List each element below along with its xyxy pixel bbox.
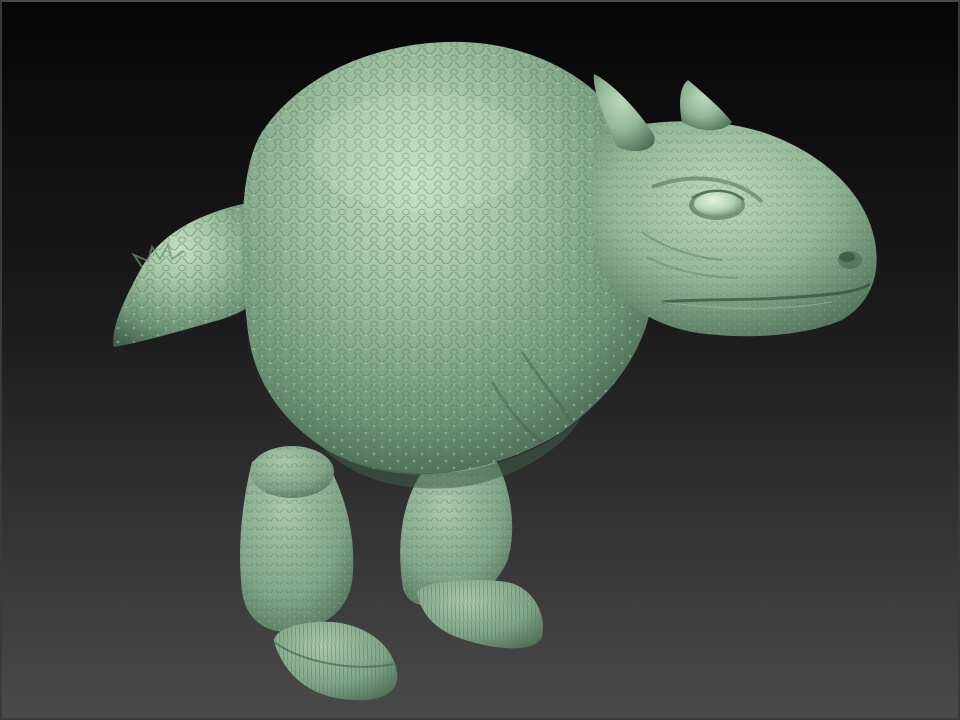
eye — [689, 189, 745, 220]
nostril — [838, 251, 862, 269]
sculpt-viewport[interactable] — [0, 0, 960, 720]
viewport-canvas[interactable] — [2, 2, 958, 718]
